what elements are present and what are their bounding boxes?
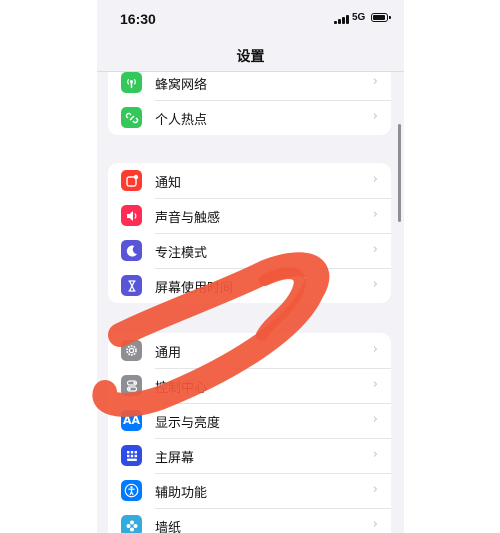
settings-group-general: 通用 › 控制中心 › AA 显示与亮度 › 主屏幕 › 辅助功能 › 墙纸 › (108, 333, 391, 533)
chevron-right-icon: › (372, 172, 378, 187)
settings-row-sounds[interactable]: 声音与触感 › (108, 198, 391, 233)
settings-row-label: 主屏幕 (155, 451, 195, 466)
settings-row-display[interactable]: AA 显示与亮度 › (108, 403, 391, 438)
hotspot-icon (121, 107, 142, 128)
status-time: 16:30 (120, 11, 156, 27)
gear-icon (121, 340, 142, 361)
settings-row-label: 个人热点 (155, 113, 208, 128)
chevron-right-icon: › (372, 74, 378, 89)
settings-row-label: 通用 (155, 346, 182, 361)
settings-row-label: 屏幕使用时间 (155, 281, 234, 296)
settings-row-notifications[interactable]: 通知 › (108, 163, 391, 198)
focus-moon-icon (121, 240, 142, 261)
network-type: 5G (352, 12, 366, 23)
settings-row-label: 专注模式 (155, 246, 208, 261)
settings-row-general[interactable]: 通用 › (108, 333, 391, 368)
home-screen-icon (121, 445, 142, 466)
settings-row-focus[interactable]: 专注模式 › (108, 233, 391, 268)
settings-row-label: 墙纸 (155, 521, 182, 533)
settings-row-home-screen[interactable]: 主屏幕 › (108, 438, 391, 473)
accessibility-icon (121, 480, 142, 501)
chevron-right-icon: › (372, 517, 378, 532)
settings-row-label: 控制中心 (155, 381, 208, 396)
hourglass-icon (121, 275, 142, 296)
settings-row-label: 辅助功能 (155, 486, 208, 501)
settings-row-label: 蜂窝网络 (155, 78, 208, 93)
settings-row-label: 显示与亮度 (155, 416, 221, 431)
control-center-icon (121, 375, 142, 396)
status-bar: 16:30 5G (97, 0, 404, 40)
chevron-right-icon: › (372, 242, 378, 257)
settings-row-screen-time[interactable]: 屏幕使用时间 › (108, 268, 391, 303)
sound-icon (121, 205, 142, 226)
battery-icon (371, 13, 391, 22)
settings-group-network: 蜂窝网络 › 个人热点 › (108, 65, 391, 135)
chevron-right-icon: › (372, 447, 378, 462)
chevron-right-icon: › (372, 377, 378, 392)
notification-icon (121, 170, 142, 191)
navigation-bar: 设置 (97, 40, 404, 72)
chevron-right-icon: › (372, 207, 378, 222)
settings-row-accessibility[interactable]: 辅助功能 › (108, 473, 391, 508)
settings-row-label: 通知 (155, 176, 182, 191)
settings-group-notifications: 通知 › 声音与触感 › 专注模式 › 屏幕使用时间 › (108, 163, 391, 303)
display-aa-icon: AA (121, 410, 142, 431)
cellular-icon (121, 72, 142, 93)
signal-icon (334, 14, 350, 24)
settings-row-wallpaper[interactable]: 墙纸 › (108, 508, 391, 533)
page-title: 设置 (236, 49, 265, 65)
settings-row-hotspot[interactable]: 个人热点 › (108, 100, 391, 135)
settings-row-control-center[interactable]: 控制中心 › (108, 368, 391, 403)
scrollbar[interactable] (398, 124, 401, 222)
wallpaper-icon (121, 515, 142, 533)
chevron-right-icon: › (372, 277, 378, 292)
chevron-right-icon: › (372, 109, 378, 124)
settings-screen: 16:30 5G 设置 蜂窝网络 › 个人热点 › 通知 › 声音与触感 › 专… (97, 0, 404, 533)
chevron-right-icon: › (372, 482, 378, 497)
chevron-right-icon: › (372, 342, 378, 357)
chevron-right-icon: › (372, 412, 378, 427)
settings-row-label: 声音与触感 (155, 211, 221, 226)
